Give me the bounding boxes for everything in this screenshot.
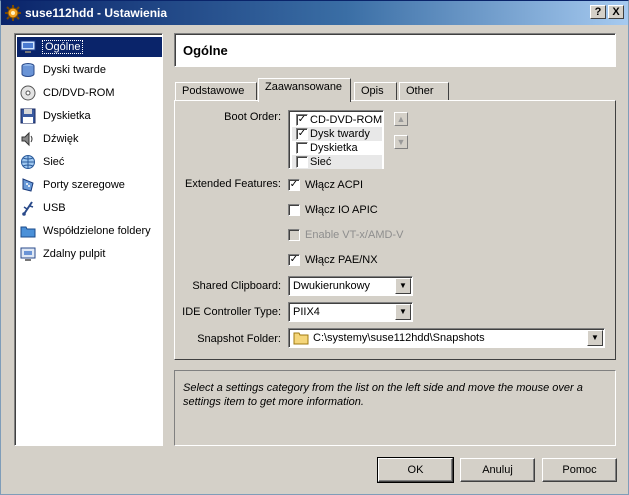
sidebar-item-general[interactable]: Ogólne	[17, 37, 162, 57]
category-list[interactable]: Ogólne Dyski twarde CD/DVD-ROM Dyskietka	[14, 33, 163, 446]
sidebar-item-serial-ports[interactable]: Porty szeregowe	[17, 175, 162, 195]
chevron-down-icon[interactable]: ▼	[587, 330, 603, 346]
gear-icon	[5, 5, 21, 21]
folder-icon	[293, 332, 309, 345]
info-text: Select a settings category from the list…	[183, 382, 583, 408]
chevron-down-icon[interactable]: ▼	[395, 304, 411, 320]
boot-item-network[interactable]: Sieć	[292, 155, 382, 169]
chevron-down-icon[interactable]: ▼	[395, 278, 411, 294]
remote-display-icon	[20, 247, 36, 261]
tab-basic[interactable]: Podstawowe	[175, 82, 257, 101]
sidebar-item-label: CD/DVD-ROM	[43, 87, 115, 99]
vtx-checkbox	[288, 229, 300, 241]
network-icon	[21, 155, 35, 169]
acpi-checkbox[interactable]: ✓	[288, 179, 300, 191]
tab-description[interactable]: Opis	[354, 82, 397, 101]
sidebar-item-label: Dyskietka	[43, 110, 91, 122]
acpi-label: Włącz ACPI	[305, 179, 364, 191]
sidebar-item-remote-display[interactable]: Zdalny pulpit	[17, 244, 162, 264]
shared-clipboard-value: Dwukierunkowy	[293, 280, 371, 292]
shared-clipboard-select[interactable]: Dwukierunkowy ▼	[288, 276, 413, 296]
shared-clipboard-label: Shared Clipboard:	[192, 280, 281, 292]
page-header: Ogólne	[174, 33, 616, 67]
boot-item-label: Sieć	[310, 156, 332, 168]
pae-nx-label: Włącz PAE/NX	[305, 254, 378, 266]
sidebar-item-shared-folders[interactable]: Współdzielone foldery	[17, 221, 162, 241]
help-button[interactable]: Pomoc	[542, 458, 617, 482]
boot-item-label: CD-DVD-ROM	[310, 114, 383, 126]
boot-order-label: Boot Order:	[224, 111, 281, 123]
help-title-button[interactable]: ?	[590, 5, 606, 19]
move-down-button[interactable]: ▼	[394, 135, 408, 149]
sidebar-item-label: Dźwięk	[43, 133, 79, 145]
arrow-up-icon: ▲	[396, 114, 406, 124]
ide-controller-value: PIIX4	[293, 306, 320, 318]
sidebar-item-label: Zdalny pulpit	[43, 248, 106, 260]
floppy-icon	[20, 108, 36, 124]
sidebar-item-label: Dyski twarde	[43, 64, 106, 76]
snapshot-folder-label: Snapshot Folder:	[197, 333, 281, 345]
snapshot-folder-value: C:\systemy\suse112hdd\Snapshots	[313, 332, 485, 344]
tab-advanced[interactable]: Zaawansowane	[258, 78, 351, 102]
sidebar-item-label: Sieć	[43, 156, 65, 168]
cancel-button[interactable]: Anuluj	[460, 458, 535, 482]
io-apic-label: Włącz IO APIC	[305, 204, 378, 216]
boot-checkbox[interactable]: ✓	[296, 114, 308, 126]
ide-controller-select[interactable]: PIIX4 ▼	[288, 302, 413, 322]
arrow-down-icon: ▼	[396, 137, 406, 147]
boot-item-label: Dysk twardy	[310, 128, 370, 140]
window-title: suse112hdd - Ustawienia	[25, 6, 168, 20]
pae-nx-checkbox[interactable]: ✓	[288, 254, 300, 266]
sidebar-item-floppy[interactable]: Dyskietka	[17, 106, 162, 126]
vtx-label: Enable VT-x/AMD-V	[305, 229, 404, 241]
extended-features-label: Extended Features:	[184, 178, 281, 190]
sidebar-item-usb[interactable]: USB	[17, 198, 162, 218]
snapshot-folder-select[interactable]: C:\systemy\suse112hdd\Snapshots ▼	[288, 328, 605, 348]
settings-dialog: suse112hdd - Ustawienia ? X Ogólne Dyski…	[0, 0, 629, 495]
ok-button[interactable]: OK	[377, 457, 454, 483]
sidebar-item-label: Porty szeregowe	[43, 179, 125, 191]
usb-icon	[22, 201, 34, 216]
cd-dvd-icon	[20, 85, 36, 101]
help-info-box: Select a settings category from the list…	[174, 370, 616, 446]
sidebar-item-network[interactable]: Sieć	[17, 152, 162, 172]
title-bar[interactable]: suse112hdd - Ustawienia ? X	[1, 1, 628, 25]
audio-speaker-icon	[21, 131, 33, 147]
close-button[interactable]: X	[608, 5, 624, 19]
sidebar-item-label: USB	[43, 202, 66, 214]
sidebar-item-hard-disks[interactable]: Dyski twarde	[17, 60, 162, 80]
boot-item-floppy[interactable]: Dyskietka	[292, 141, 382, 155]
shared-folder-icon	[20, 226, 36, 238]
boot-item-hard-disk[interactable]: ✓ Dysk twardy	[292, 127, 382, 141]
sidebar-item-audio[interactable]: Dźwięk	[17, 129, 162, 149]
boot-checkbox[interactable]	[296, 142, 308, 154]
sidebar-item-cd-dvd[interactable]: CD/DVD-ROM	[17, 83, 162, 103]
tab-other[interactable]: Other	[399, 82, 449, 101]
general-monitor-icon	[20, 40, 36, 53]
serial-port-icon	[22, 178, 34, 192]
boot-checkbox[interactable]: ✓	[296, 128, 308, 140]
boot-order-list[interactable]: ✓ CD-DVD-ROM ✓ Dysk twardy Dyskietka Sie…	[288, 110, 384, 169]
io-apic-checkbox[interactable]	[288, 204, 300, 216]
boot-item-cd-dvd[interactable]: ✓ CD-DVD-ROM	[292, 113, 382, 127]
ide-controller-label: IDE Controller Type:	[182, 306, 281, 318]
hard-disk-icon	[21, 63, 35, 77]
boot-item-label: Dyskietka	[310, 142, 358, 154]
move-up-button[interactable]: ▲	[394, 112, 408, 126]
sidebar-item-label: Współdzielone foldery	[43, 225, 151, 237]
sidebar-item-label: Ogólne	[41, 40, 84, 54]
boot-checkbox[interactable]	[296, 156, 308, 168]
page-title: Ogólne	[183, 43, 228, 58]
